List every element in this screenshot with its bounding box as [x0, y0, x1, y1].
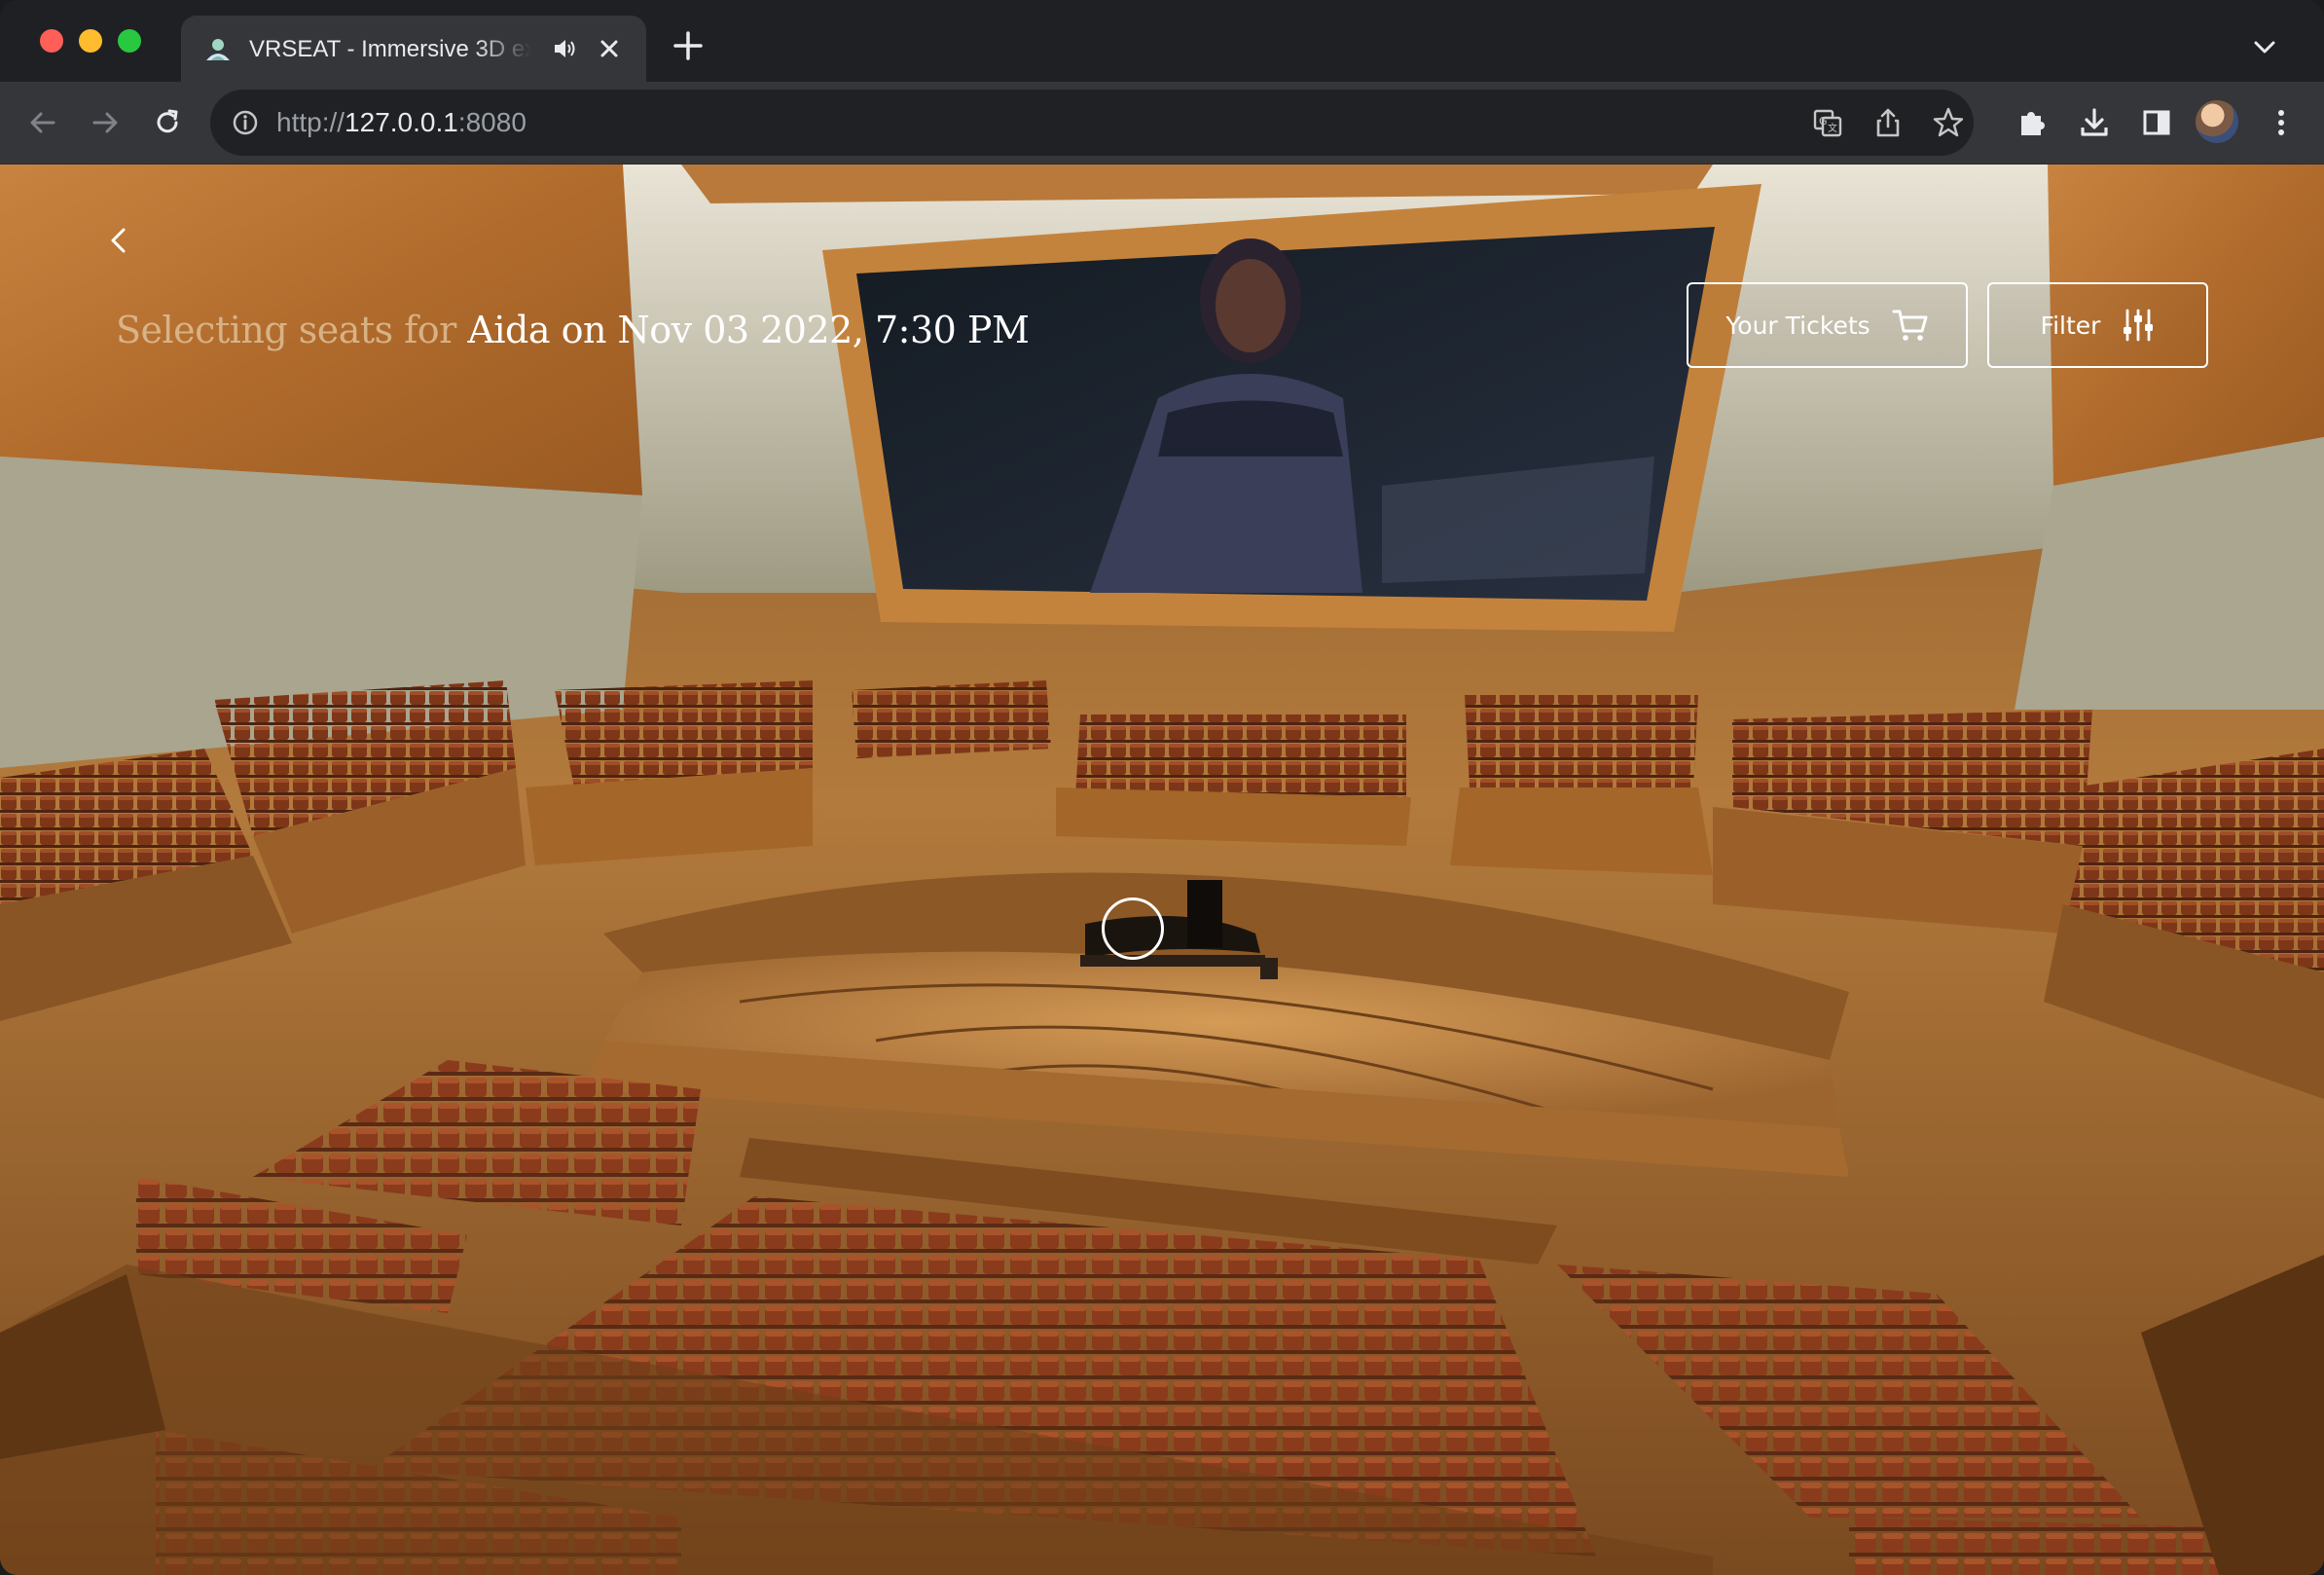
close-icon[interactable] [594, 33, 625, 64]
sliders-icon [2124, 309, 2154, 342]
svg-text:G: G [1819, 115, 1828, 128]
page-viewport[interactable]: Selecting seats for Aida on Nov 03 2022,… [0, 165, 2324, 1575]
browser-window: VRSEAT - Immersive 3D experience [0, 0, 2324, 1575]
close-window-button[interactable] [40, 29, 63, 53]
url-port: :8080 [457, 107, 527, 137]
filter-button[interactable]: Filter [1987, 282, 2208, 368]
puzzle-icon [2021, 112, 2045, 135]
info-icon[interactable] [230, 107, 261, 138]
tab-strip: VRSEAT - Immersive 3D experience [0, 0, 2324, 82]
kebab-menu-icon [2278, 110, 2284, 135]
url-scheme: http:// [276, 107, 345, 137]
vrseat-favicon [206, 39, 230, 60]
url-host: 127.0.0.1 [345, 107, 458, 137]
concert-hall-3d-scene[interactable] [0, 165, 2324, 1575]
translate-icon[interactable]: G 文 [1810, 105, 1845, 140]
forward-button[interactable] [84, 101, 127, 144]
heading-prefix: Selecting seats for [116, 309, 468, 351]
minimize-window-button[interactable] [79, 29, 102, 53]
profile-avatar[interactable] [2196, 100, 2238, 143]
your-tickets-label: Your Tickets [1725, 311, 1870, 340]
gaze-cursor-reticle [1102, 897, 1164, 960]
your-tickets-button[interactable]: Your Tickets [1687, 282, 1968, 368]
speaker-icon[interactable] [551, 35, 578, 62]
maximize-window-button[interactable] [118, 29, 141, 53]
downloads-button[interactable] [2073, 101, 2116, 144]
reload-button[interactable] [146, 101, 189, 144]
plus-icon[interactable] [672, 29, 705, 62]
url-text[interactable]: http://127.0.0.1:8080 [276, 103, 527, 142]
star-icon[interactable] [1931, 105, 1966, 140]
browser-toolbar: http://127.0.0.1:8080 G 文 [0, 82, 2324, 165]
active-tab[interactable]: VRSEAT - Immersive 3D experience [181, 16, 646, 82]
download-icon [2081, 108, 2108, 136]
reload-icon [157, 109, 178, 133]
filter-label: Filter [2040, 311, 2101, 340]
page-heading: Selecting seats for Aida on Nov 03 2022,… [116, 301, 1030, 359]
chevron-down-icon[interactable] [2250, 33, 2279, 62]
back-arrow-icon [30, 112, 55, 133]
show-title: Aida on Nov 03 2022, 7:30 PM [467, 309, 1030, 351]
back-button[interactable] [21, 101, 64, 144]
back-nav-button[interactable] [101, 223, 136, 258]
share-icon[interactable] [1870, 105, 1906, 140]
chevron-left-icon [111, 228, 126, 253]
side-panel-button[interactable] [2135, 101, 2178, 144]
tab-title: VRSEAT - Immersive 3D experience [249, 36, 531, 62]
sidepanel-icon [2143, 110, 2170, 135]
svg-text:文: 文 [1828, 122, 1837, 134]
forward-arrow-icon [92, 112, 118, 133]
cart-icon [1892, 310, 1928, 341]
extensions-button[interactable] [2011, 101, 2053, 144]
address-bar[interactable]: http://127.0.0.1:8080 G 文 [210, 90, 1974, 156]
browser-menu-button[interactable] [2260, 101, 2303, 144]
